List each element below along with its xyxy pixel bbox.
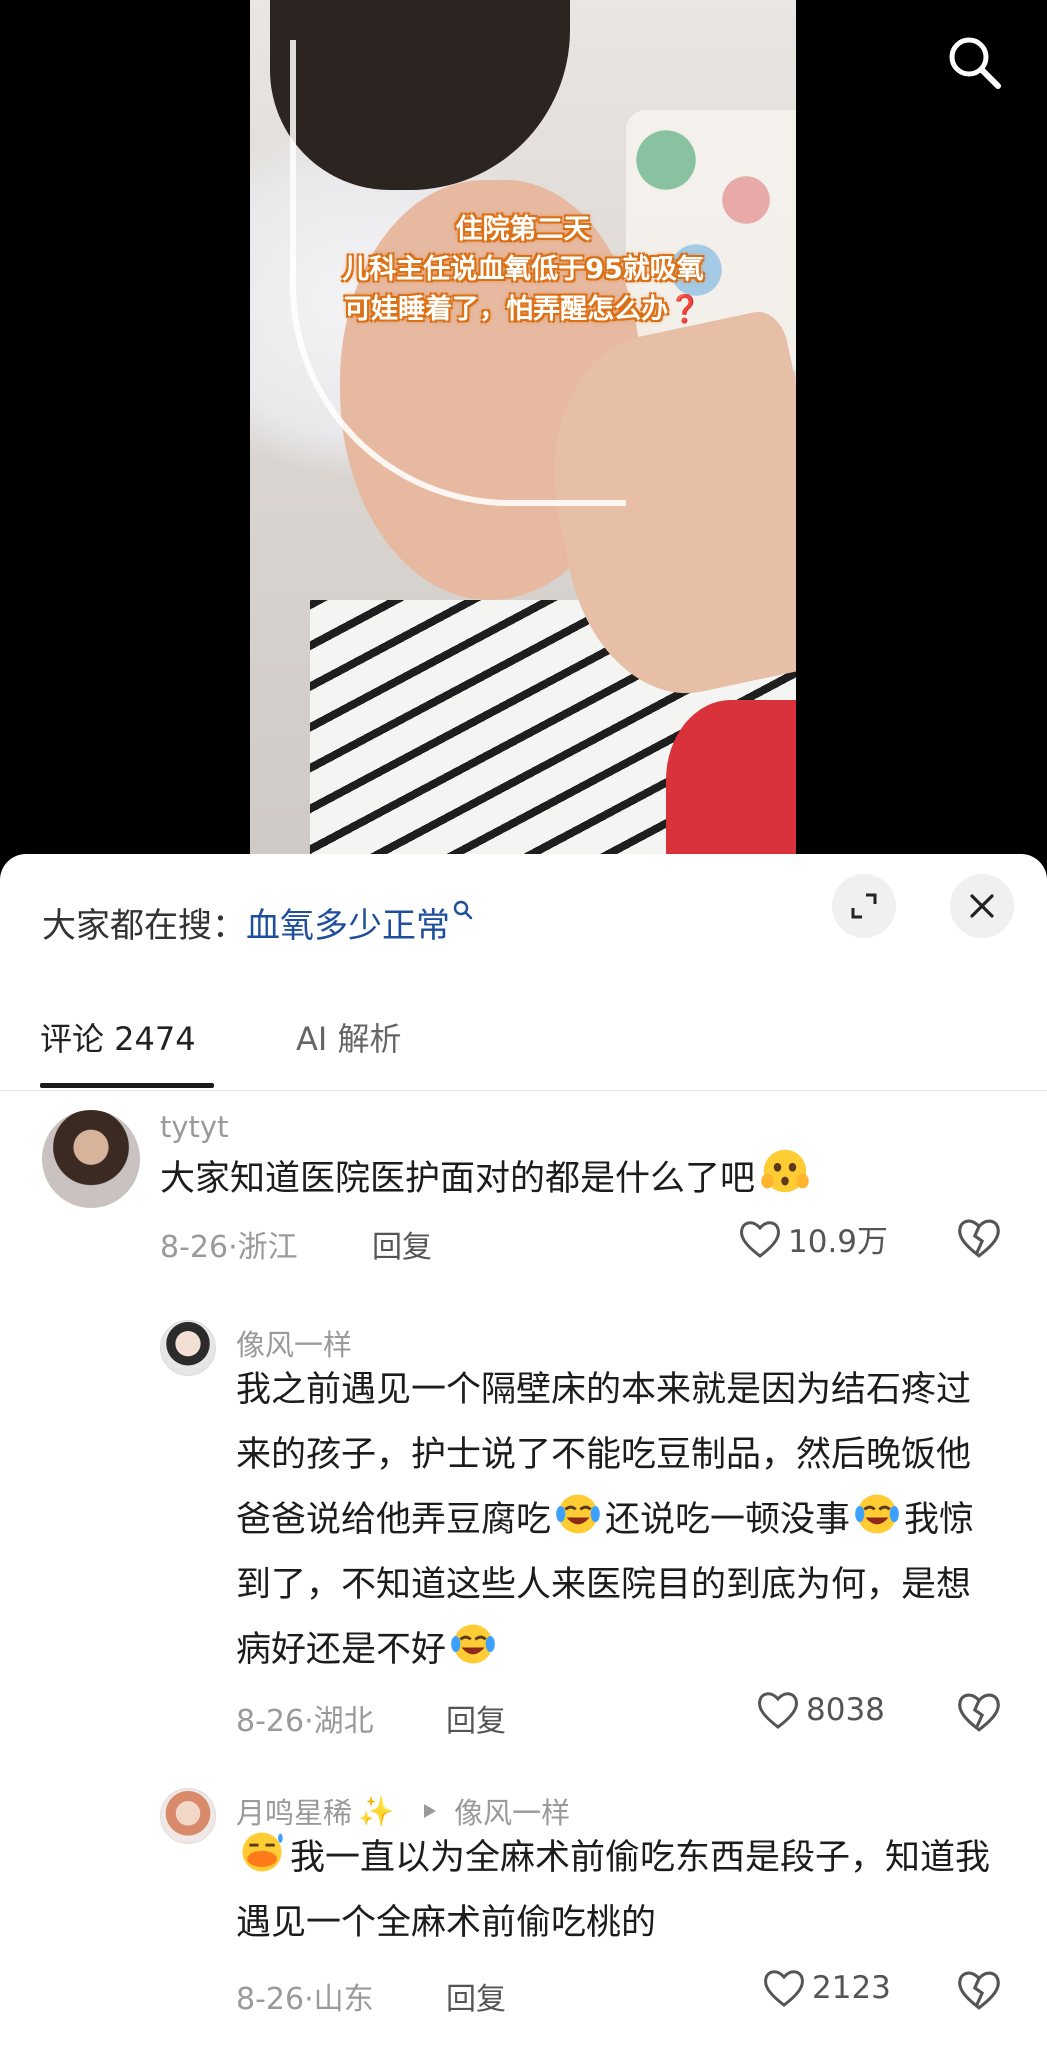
like-button[interactable]: 10.9万 [738,1216,888,1261]
question-mark-icon: ❓ [668,294,702,325]
like-button[interactable]: 8038 [756,1690,885,1730]
crying-laughing-emoji-icon [556,1494,600,1534]
reply-item: 月鸣星稀 ✨ 像风一样 我一直以为全麻术前偷吃东西是段子，知道我遇见一个全麻术前偷… [0,1782,1047,2042]
comment-text: 我一直以为全麻术前偷吃东西是段子，知道我遇见一个全麻术前偷吃桃的 [236,1826,996,1956]
avatar[interactable] [42,1110,140,1208]
comment-date-location: 8-26·浙江 [160,1230,298,1265]
heart-icon [764,1970,804,2007]
dislike-button[interactable] [956,1216,1002,1262]
like-button[interactable]: 2123 [762,1968,891,2008]
reply-button[interactable]: 回复 [446,1974,506,2018]
video-shirt-print [666,700,796,860]
like-count: 2123 [812,1970,891,2006]
duck-emoji-icon [242,1832,283,1872]
trending-search-keyword[interactable]: 血氧多少正常 [246,906,450,946]
tab-ai-analysis[interactable]: AI 解析 [296,1014,402,1060]
caption-line-3: 可娃睡着了，怕弄醒怎么办❓ [344,294,702,325]
comment-sheet: 大家都在搜：血氧多少正常 评论 2474 AI 解析 tytyt 大家知道医院医… [0,854,1047,2048]
video-frame: 住院第二天 儿科主任说血氧低于95就吸氧 可娃睡着了，怕弄醒怎么办❓ [250,0,796,860]
comment-date-location: 8-26·湖北 [236,1704,374,1739]
comment-username[interactable]: tytyt [160,1110,228,1144]
active-tab-indicator [40,1083,214,1088]
like-count: 10.9万 [788,1224,889,1260]
close-button[interactable] [950,874,1014,938]
small-search-icon [453,900,473,920]
dislike-button[interactable] [956,1968,1002,2014]
heart-icon [740,1220,780,1258]
reply-button[interactable]: 回复 [372,1222,432,1266]
reply-item: 像风一样 我之前遇见一个隔壁床的本来就是因为结石疼过来的孩子，护士说了不能吃豆制… [0,1314,1047,1764]
expand-button[interactable] [832,874,896,938]
comment-text: 大家知道医院医护面对的都是什么了吧 [160,1146,1000,1212]
tab-comments[interactable]: 评论 2474 [40,1014,196,1060]
trending-search-prefix: 大家都在搜： [42,906,246,946]
like-count: 8038 [806,1692,885,1728]
crying-laughing-emoji-icon [855,1494,899,1534]
trending-search[interactable]: 大家都在搜：血氧多少正常 [42,898,474,947]
heart-icon [758,1692,798,1729]
caption-line-1: 住院第二天 [455,214,591,245]
shocked-emoji-icon [761,1149,809,1193]
comment-text-body: 大家知道医院医护面对的都是什么了吧 [160,1159,756,1199]
caption-line-2: 儿科主任说血氧低于95就吸氧 [342,254,704,285]
comment-date-location: 8-26·山东 [236,1982,374,2017]
crying-laughing-emoji-icon [451,1624,495,1664]
dislike-button[interactable] [956,1690,1002,1736]
broken-heart-icon [958,1971,1000,2010]
video-player[interactable]: 住院第二天 儿科主任说血氧低于95就吸氧 可娃睡着了，怕弄醒怎么办❓ [0,0,1047,870]
avatar[interactable] [160,1320,216,1376]
comment-text: 我之前遇见一个隔壁床的本来就是因为结石疼过来的孩子，护士说了不能吃豆制品，然后晚… [236,1358,996,1683]
close-icon [970,894,994,918]
search-icon[interactable] [944,32,1004,92]
comment-text-part-2: 还说吃一顿没事 [605,1500,851,1540]
reply-arrow-icon [424,1804,437,1818]
avatar[interactable] [160,1788,216,1844]
expand-icon [851,893,877,919]
video-caption: 住院第二天 儿科主任说血氧低于95就吸氧 可娃睡着了，怕弄醒怎么办❓ [250,210,796,330]
comment-item: tytyt 大家知道医院医护面对的都是什么了吧 8-26·浙江 回复 10.9万 [0,1104,1047,1304]
comment-text-body: 我一直以为全麻术前偷吃东西是段子，知道我遇见一个全麻术前偷吃桃的 [236,1838,991,1943]
broken-heart-icon [958,1219,1000,1258]
broken-heart-icon [958,1693,1000,1732]
sparkles-icon: ✨ [358,1793,395,1828]
reply-button[interactable]: 回复 [446,1696,506,1740]
comment-tabs: 评论 2474 AI 解析 [0,984,1047,1091]
